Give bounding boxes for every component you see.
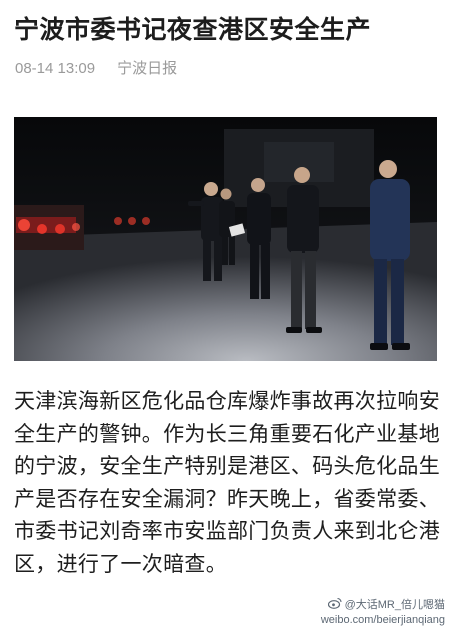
article-view: 宁波市委书记夜查港区安全生产 08-14 13:09 宁波日报 天津滨海新区危化… [0,0,451,635]
watermark-url: weibo.com/beierjianqiang [320,614,445,626]
article-date: 08-14 13:09 [15,60,96,77]
night-inspection-photo [14,117,437,361]
article-source[interactable]: 宁波日报 [117,60,177,77]
article-meta: 08-14 13:09 宁波日报 [15,57,177,78]
article-body: 天津滨海新区危化品仓库爆炸事故再次拉响安全生产的警钟。作为长三角重要石化产业基地… [14,389,440,576]
watermark-handle: @大话MR_倍儿嗯猫 [344,599,445,611]
watermark-handle-row: @大话MR_倍儿嗯猫 [321,597,445,613]
weibo-watermark: @大话MR_倍儿嗯猫 weibo.com/beierjianqiang [321,597,445,627]
weibo-logo-icon [327,597,342,613]
article-photo[interactable] [14,117,437,361]
article-title: 宁波市委书记夜查港区安全生产 [14,15,372,44]
